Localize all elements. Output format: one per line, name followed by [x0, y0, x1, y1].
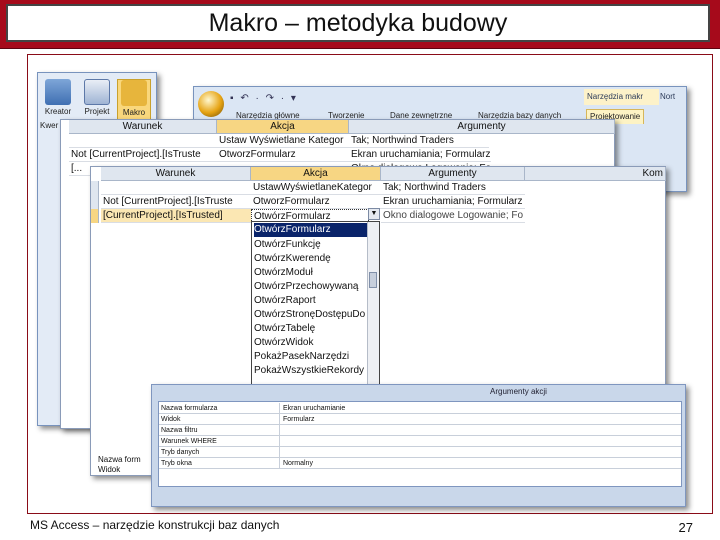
argument-name: Warunek WHERE: [161, 436, 280, 447]
cell[interactable]: Ekran uruchamiania; Formularz: [349, 148, 491, 162]
dropdown-item[interactable]: OtwórzPrzechowywaną: [254, 280, 368, 294]
argument-row[interactable]: Nazwa formularza Ekran uruchamianie: [159, 403, 681, 414]
row-selector[interactable]: [91, 195, 99, 209]
cell[interactable]: Ustaw Wyświetlane Kategor: [217, 134, 349, 148]
argument-value[interactable]: Ekran uruchamianie: [283, 403, 345, 414]
header-warunek: Warunek: [101, 167, 251, 181]
argument-value[interactable]: Formularz: [283, 414, 315, 425]
header-argumenty: Argumenty: [381, 167, 525, 181]
cell[interactable]: Okno dialogowe Logowanie; Fo: [381, 209, 525, 223]
argument-row[interactable]: Warunek WHERE: [159, 436, 681, 447]
argument-name: Nazwa formularza: [161, 403, 280, 414]
argument-row[interactable]: Tryb danych: [159, 447, 681, 458]
header-komentarz: Kom: [525, 167, 666, 181]
dropdown-item[interactable]: OtwórzWidok: [254, 336, 368, 350]
cell[interactable]: Not [CurrentProject].[IsTruste: [101, 195, 251, 209]
page-number: 27: [678, 520, 693, 535]
dropdown-item[interactable]: OtwórzFunkcję: [254, 238, 368, 252]
office-button[interactable]: [198, 91, 224, 117]
cell[interactable]: UstawWyświetlaneKategor: [251, 181, 381, 195]
header-akcja: Akcja: [251, 167, 381, 181]
dropdown-item[interactable]: OtwórzRaport: [254, 294, 368, 308]
argument-name: Tryb danych: [161, 447, 280, 458]
scrollbar-thumb[interactable]: [369, 272, 377, 288]
dropdown-item[interactable]: OtwórzModuł: [254, 266, 368, 280]
argument-row[interactable]: Widok Formularz: [159, 414, 681, 425]
row-selector[interactable]: [91, 181, 99, 195]
dropdown-item[interactable]: OtwórzKwerendę: [254, 252, 368, 266]
macro-tools-context-tab[interactable]: Narzędzia makr: [584, 89, 659, 105]
cell[interactable]: [101, 181, 251, 195]
cell[interactable]: Tak; Northwind Traders: [349, 134, 489, 148]
context-tab-nort: Nort: [660, 92, 676, 101]
chevron-down-icon[interactable]: ▼: [368, 208, 380, 220]
action-arguments-grid: Nazwa formularza Ekran uruchamianie Wido…: [158, 401, 682, 487]
quick-access-toolbar[interactable]: ▪ ↶ · ↷ · ▾: [230, 93, 298, 104]
dropdown-item[interactable]: PokażWszystkieRekordy: [254, 364, 368, 378]
header-argumenty: Argumenty: [349, 120, 615, 134]
args-behind-label-1: Nazwa form: [98, 455, 141, 464]
macro-icon: [121, 80, 147, 106]
slide-title-bar: Makro – metodyka budowy: [0, 0, 720, 49]
argument-name: Nazwa filtru: [161, 425, 280, 436]
dropdown-item[interactable]: OtwórzStronęDostępuDo: [254, 308, 368, 322]
action-dropdown-list[interactable]: OtwórzFormularz OtwórzFunkcję OtwórzKwer…: [251, 221, 380, 385]
row-selector-current[interactable]: [91, 209, 99, 223]
cell[interactable]: Tak; Northwind Traders: [381, 181, 525, 195]
argument-name: Widok: [161, 414, 280, 425]
action-arguments-title: Argumenty akcji: [490, 387, 547, 396]
cell[interactable]: [CurrentProject].[IsTrusted]: [101, 209, 251, 223]
query-design-icon: [84, 79, 110, 105]
kreator-sublabel: Kwer: [40, 121, 59, 130]
dropdown-item[interactable]: PokażPasekNarzędzi: [254, 350, 368, 364]
cell[interactable]: OtworzFormularz: [251, 195, 381, 209]
slide-footer: MS Access – narzędzie konstrukcji baz da…: [30, 518, 280, 532]
header-akcja: Akcja: [217, 120, 349, 134]
header-warunek: Warunek: [69, 120, 217, 134]
args-behind-label-2: Widok: [98, 465, 121, 474]
argument-row[interactable]: Nazwa filtru: [159, 425, 681, 436]
cell[interactable]: Not [CurrentProject].[IsTruste: [69, 148, 217, 162]
dropdown-item[interactable]: OtwórzFormularz: [254, 223, 368, 237]
cell[interactable]: OtworzFormularz: [217, 148, 349, 162]
query-wizard-icon: [45, 79, 71, 105]
cell[interactable]: Ekran uruchamiania; Formularz: [381, 195, 525, 209]
dropdown-item[interactable]: OtwórzTabelę: [254, 322, 368, 336]
argument-value[interactable]: Normalny: [283, 458, 313, 469]
cell[interactable]: [69, 134, 217, 148]
argument-name: Tryb okna: [161, 458, 280, 469]
dropdown-scrollbar[interactable]: [367, 222, 379, 384]
slide-title: Makro – metodyka budowy: [6, 4, 710, 42]
action-arguments-window: Argumenty akcji Nazwa formularza Ekran u…: [151, 384, 686, 507]
argument-row[interactable]: Tryb okna Normalny: [159, 458, 681, 469]
